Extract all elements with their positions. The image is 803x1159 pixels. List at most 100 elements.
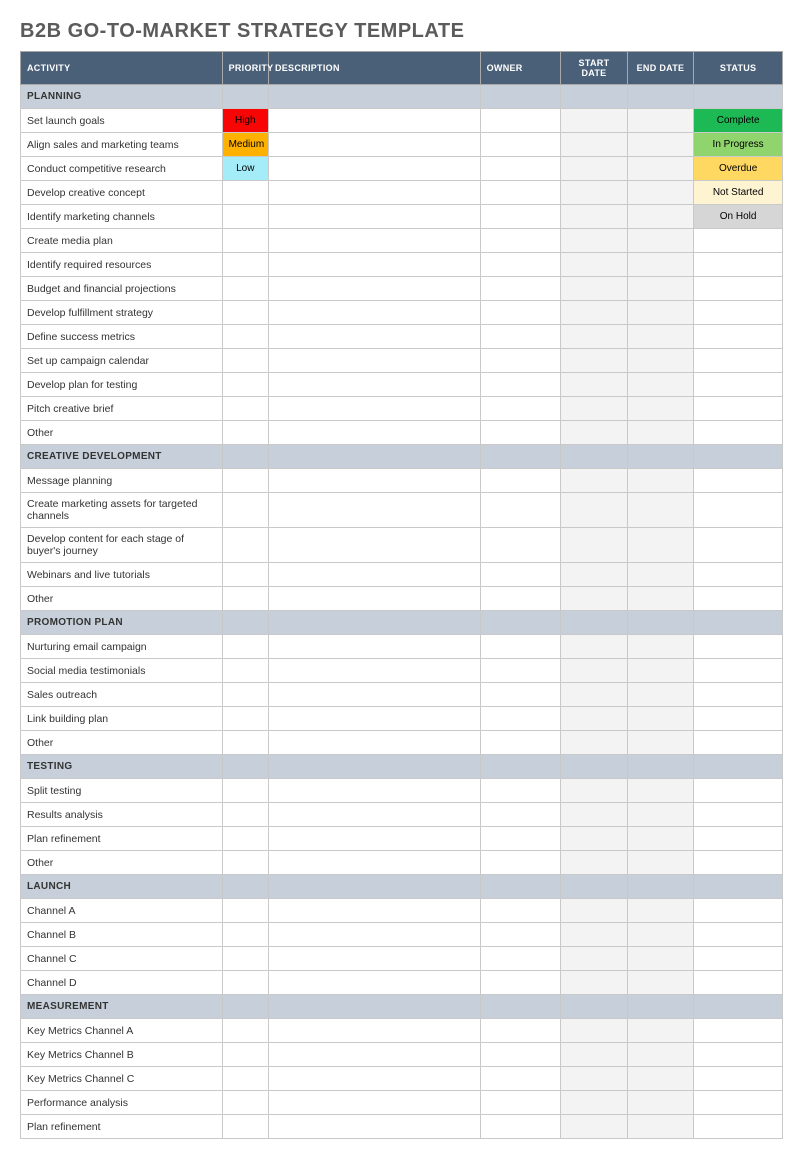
startdate-cell[interactable]	[561, 971, 628, 995]
startdate-cell[interactable]	[561, 181, 628, 205]
status-cell[interactable]	[694, 731, 783, 755]
activity-cell[interactable]: Conduct competitive research	[21, 157, 223, 181]
enddate-cell[interactable]	[627, 421, 694, 445]
enddate-cell[interactable]	[627, 587, 694, 611]
owner-cell[interactable]	[480, 779, 561, 803]
owner-cell[interactable]	[480, 1091, 561, 1115]
startdate-cell[interactable]	[561, 803, 628, 827]
description-cell[interactable]	[268, 181, 480, 205]
priority-cell[interactable]	[222, 683, 268, 707]
startdate-cell[interactable]	[561, 349, 628, 373]
activity-cell[interactable]: Identify required resources	[21, 253, 223, 277]
activity-cell[interactable]: Key Metrics Channel C	[21, 1067, 223, 1091]
enddate-cell[interactable]	[627, 899, 694, 923]
description-cell[interactable]	[268, 1043, 480, 1067]
activity-cell[interactable]: Plan refinement	[21, 827, 223, 851]
startdate-cell[interactable]	[561, 1067, 628, 1091]
status-cell[interactable]	[694, 659, 783, 683]
owner-cell[interactable]	[480, 325, 561, 349]
owner-cell[interactable]	[480, 1043, 561, 1067]
activity-cell[interactable]: Nurturing email campaign	[21, 635, 223, 659]
startdate-cell[interactable]	[561, 1043, 628, 1067]
enddate-cell[interactable]	[627, 253, 694, 277]
priority-cell[interactable]	[222, 1043, 268, 1067]
enddate-cell[interactable]	[627, 528, 694, 563]
status-cell[interactable]	[694, 229, 783, 253]
status-cell[interactable]	[694, 1019, 783, 1043]
priority-cell[interactable]	[222, 349, 268, 373]
enddate-cell[interactable]	[627, 229, 694, 253]
startdate-cell[interactable]	[561, 683, 628, 707]
startdate-cell[interactable]	[561, 1091, 628, 1115]
startdate-cell[interactable]	[561, 563, 628, 587]
priority-cell[interactable]	[222, 587, 268, 611]
description-cell[interactable]	[268, 229, 480, 253]
activity-cell[interactable]: Create marketing assets for targeted cha…	[21, 493, 223, 528]
activity-cell[interactable]: Sales outreach	[21, 683, 223, 707]
priority-cell[interactable]	[222, 563, 268, 587]
enddate-cell[interactable]	[627, 923, 694, 947]
activity-cell[interactable]: Link building plan	[21, 707, 223, 731]
activity-cell[interactable]: Channel C	[21, 947, 223, 971]
startdate-cell[interactable]	[561, 229, 628, 253]
enddate-cell[interactable]	[627, 205, 694, 229]
priority-cell[interactable]	[222, 277, 268, 301]
priority-cell[interactable]	[222, 1019, 268, 1043]
activity-cell[interactable]: Key Metrics Channel B	[21, 1043, 223, 1067]
owner-cell[interactable]	[480, 587, 561, 611]
enddate-cell[interactable]	[627, 325, 694, 349]
startdate-cell[interactable]	[561, 253, 628, 277]
activity-cell[interactable]: Budget and financial projections	[21, 277, 223, 301]
description-cell[interactable]	[268, 1067, 480, 1091]
description-cell[interactable]	[268, 707, 480, 731]
owner-cell[interactable]	[480, 947, 561, 971]
description-cell[interactable]	[268, 469, 480, 493]
description-cell[interactable]	[268, 349, 480, 373]
enddate-cell[interactable]	[627, 683, 694, 707]
enddate-cell[interactable]	[627, 469, 694, 493]
priority-cell[interactable]	[222, 528, 268, 563]
enddate-cell[interactable]	[627, 109, 694, 133]
description-cell[interactable]	[268, 851, 480, 875]
description-cell[interactable]	[268, 157, 480, 181]
status-cell[interactable]	[694, 397, 783, 421]
activity-cell[interactable]: Results analysis	[21, 803, 223, 827]
description-cell[interactable]	[268, 563, 480, 587]
description-cell[interactable]	[268, 779, 480, 803]
enddate-cell[interactable]	[627, 133, 694, 157]
status-cell[interactable]	[694, 947, 783, 971]
startdate-cell[interactable]	[561, 133, 628, 157]
startdate-cell[interactable]	[561, 325, 628, 349]
startdate-cell[interactable]	[561, 779, 628, 803]
description-cell[interactable]	[268, 109, 480, 133]
status-cell[interactable]	[694, 421, 783, 445]
status-cell[interactable]: Complete	[694, 109, 783, 133]
status-cell[interactable]	[694, 528, 783, 563]
description-cell[interactable]	[268, 528, 480, 563]
priority-cell[interactable]	[222, 899, 268, 923]
description-cell[interactable]	[268, 659, 480, 683]
status-cell[interactable]	[694, 1067, 783, 1091]
activity-cell[interactable]: Pitch creative brief	[21, 397, 223, 421]
status-cell[interactable]	[694, 493, 783, 528]
priority-cell[interactable]	[222, 1067, 268, 1091]
status-cell[interactable]	[694, 253, 783, 277]
startdate-cell[interactable]	[561, 635, 628, 659]
priority-cell[interactable]	[222, 397, 268, 421]
owner-cell[interactable]	[480, 397, 561, 421]
activity-cell[interactable]: Other	[21, 851, 223, 875]
startdate-cell[interactable]	[561, 947, 628, 971]
status-cell[interactable]	[694, 349, 783, 373]
status-cell[interactable]: On Hold	[694, 205, 783, 229]
activity-cell[interactable]: Channel A	[21, 899, 223, 923]
enddate-cell[interactable]	[627, 397, 694, 421]
owner-cell[interactable]	[480, 181, 561, 205]
startdate-cell[interactable]	[561, 469, 628, 493]
startdate-cell[interactable]	[561, 587, 628, 611]
priority-cell[interactable]	[222, 827, 268, 851]
enddate-cell[interactable]	[627, 851, 694, 875]
status-cell[interactable]	[694, 325, 783, 349]
owner-cell[interactable]	[480, 683, 561, 707]
status-cell[interactable]: In Progress	[694, 133, 783, 157]
startdate-cell[interactable]	[561, 301, 628, 325]
